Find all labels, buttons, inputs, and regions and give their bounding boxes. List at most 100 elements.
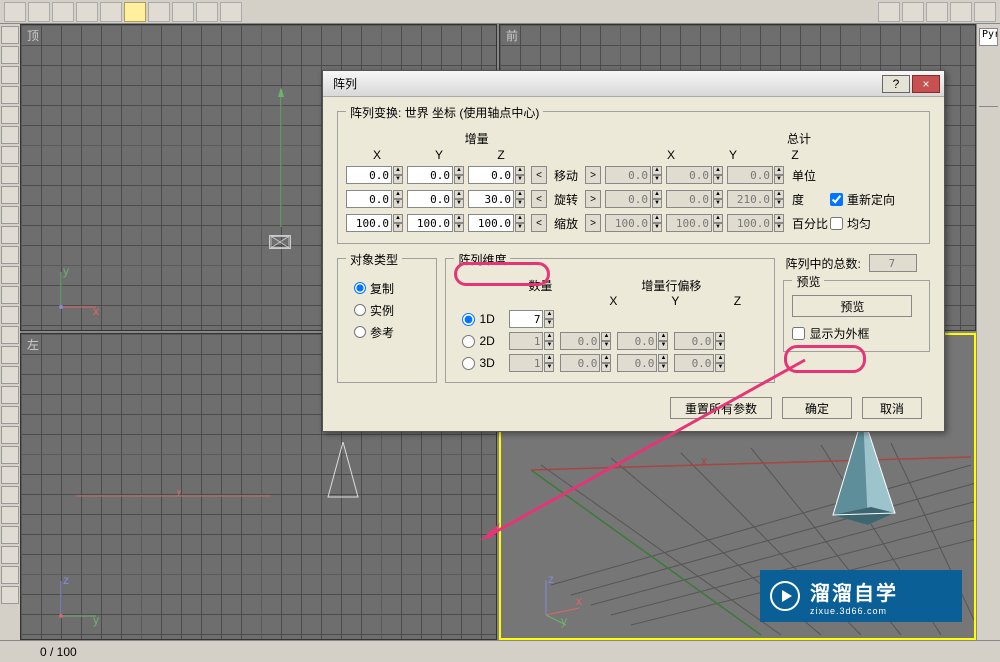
reorient-checkbox[interactable]: 重新定向 [830, 191, 895, 208]
move-tot-z-spinner[interactable]: ▲▼ [727, 166, 784, 184]
left-tool-icon[interactable] [1, 126, 19, 144]
scale-tot-x-spinner[interactable]: ▲▼ [605, 214, 662, 232]
left-tool-icon[interactable] [1, 226, 19, 244]
left-tool-icon[interactable] [1, 286, 19, 304]
dim-2d-count-spinner[interactable]: ▲▼ [509, 332, 554, 350]
scale-inc-x-spinner[interactable]: ▲▼ [346, 214, 403, 232]
reference-radio[interactable]: 参考 [346, 321, 428, 343]
move-tot-x-spinner[interactable]: ▲▼ [605, 166, 662, 184]
left-tool-icon[interactable] [1, 526, 19, 544]
left-tool-icon[interactable] [1, 46, 19, 64]
left-tool-icon[interactable] [1, 86, 19, 104]
left-tool-icon[interactable] [1, 306, 19, 324]
left-tool-icon[interactable] [1, 506, 19, 524]
left-tool-icon[interactable] [1, 466, 19, 484]
left-tool-icon[interactable] [1, 546, 19, 564]
left-tool-icon[interactable] [1, 206, 19, 224]
close-button[interactable]: × [912, 75, 940, 93]
lock-right-icon[interactable]: > [585, 190, 601, 208]
left-tool-icon[interactable] [1, 426, 19, 444]
toolbar-icon[interactable] [974, 2, 996, 22]
dim-3d-y-spinner[interactable]: ▲▼ [617, 354, 668, 372]
dim-3d-x-spinner[interactable]: ▲▼ [560, 354, 611, 372]
left-tool-icon[interactable] [1, 486, 19, 504]
help-button[interactable]: ? [882, 75, 910, 93]
dim-3d-count-spinner[interactable]: ▲▼ [509, 354, 554, 372]
lock-left-icon[interactable]: < [531, 214, 547, 232]
scale-inc-z-spinner[interactable]: ▲▼ [468, 214, 525, 232]
left-tool-icon[interactable] [1, 586, 19, 604]
copy-radio[interactable]: 复制 [346, 277, 428, 299]
uniform-checkbox[interactable]: 均匀 [830, 215, 871, 232]
rotate-tot-z-spinner[interactable]: ▲▼ [727, 190, 784, 208]
toolbar-icon[interactable] [76, 2, 98, 22]
svg-text:y: y [561, 614, 567, 628]
scale-inc-y-spinner[interactable]: ▲▼ [407, 214, 464, 232]
toolbar-icon[interactable] [148, 2, 170, 22]
lock-right-icon[interactable]: > [585, 214, 601, 232]
left-tool-icon[interactable] [1, 246, 19, 264]
left-tool-icon[interactable] [1, 566, 19, 584]
left-tool-icon[interactable] [1, 386, 19, 404]
dim-2d-x-spinner[interactable]: ▲▼ [560, 332, 611, 350]
rotate-inc-z-spinner[interactable]: ▲▼ [468, 190, 525, 208]
axis-y-label: Y [408, 148, 470, 162]
increment-header: 增量 [346, 130, 607, 147]
left-toolbar [0, 24, 20, 640]
toolbar-icon[interactable] [926, 2, 948, 22]
left-tool-icon[interactable] [1, 186, 19, 204]
dialog-titlebar[interactable]: 阵列 ? × [323, 71, 944, 97]
lock-right-icon[interactable]: > [585, 166, 601, 184]
left-tool-icon[interactable] [1, 66, 19, 84]
dim-1d-radio[interactable] [462, 313, 475, 326]
rotate-inc-y-spinner[interactable]: ▲▼ [407, 190, 464, 208]
left-tool-icon[interactable] [1, 266, 19, 284]
toolbar-icon[interactable] [196, 2, 218, 22]
dim-2d-z-spinner[interactable]: ▲▼ [674, 332, 725, 350]
rotate-tot-y-spinner[interactable]: ▲▼ [666, 190, 723, 208]
dim-2d-radio[interactable] [462, 335, 475, 348]
move-tot-y-spinner[interactable]: ▲▼ [666, 166, 723, 184]
wireframe-checkbox[interactable]: 显示为外框 [792, 325, 869, 342]
toolbar-icon[interactable] [172, 2, 194, 22]
preview-button[interactable]: 预览 [792, 295, 912, 317]
scale-tot-y-spinner[interactable]: ▲▼ [666, 214, 723, 232]
left-tool-icon[interactable] [1, 366, 19, 384]
left-tool-icon[interactable] [1, 346, 19, 364]
lock-left-icon[interactable]: < [531, 190, 547, 208]
move-inc-x-spinner[interactable]: ▲▼ [346, 166, 403, 184]
toolbar-icon[interactable] [878, 2, 900, 22]
instance-radio[interactable]: 实例 [346, 299, 428, 321]
toolbar-icon[interactable] [28, 2, 50, 22]
left-tool-icon[interactable] [1, 106, 19, 124]
toolbar-icon[interactable] [52, 2, 74, 22]
top-toolbar [0, 0, 1000, 24]
command-panel-input[interactable]: Pyr [979, 28, 998, 46]
left-tool-icon[interactable] [1, 406, 19, 424]
ok-button[interactable]: 确定 [782, 397, 852, 419]
reset-button[interactable]: 重置所有参数 [670, 397, 772, 419]
move-inc-y-spinner[interactable]: ▲▼ [407, 166, 464, 184]
lock-left-icon[interactable]: < [531, 166, 547, 184]
left-tool-icon[interactable] [1, 326, 19, 344]
rotate-inc-x-spinner[interactable]: ▲▼ [346, 190, 403, 208]
dim-3d-radio[interactable] [462, 357, 475, 370]
dim-1d-count-spinner[interactable]: ▲▼ [509, 310, 554, 328]
scale-tot-z-spinner[interactable]: ▲▼ [727, 214, 784, 232]
select-cursor-icon[interactable] [124, 2, 146, 22]
dim-2d-y-spinner[interactable]: ▲▼ [617, 332, 668, 350]
toolbar-icon[interactable] [220, 2, 242, 22]
toolbar-icon[interactable] [950, 2, 972, 22]
left-tool-icon[interactable] [1, 166, 19, 184]
toolbar-icon[interactable] [100, 2, 122, 22]
left-tool-icon[interactable] [1, 26, 19, 44]
watermark-url: zixue.3d66.com [810, 606, 898, 616]
rotate-tot-x-spinner[interactable]: ▲▼ [605, 190, 662, 208]
left-tool-icon[interactable] [1, 446, 19, 464]
dim-3d-z-spinner[interactable]: ▲▼ [674, 354, 725, 372]
move-inc-z-spinner[interactable]: ▲▼ [468, 166, 525, 184]
left-tool-icon[interactable] [1, 146, 19, 164]
toolbar-icon[interactable] [4, 2, 26, 22]
cancel-button[interactable]: 取消 [862, 397, 922, 419]
toolbar-icon[interactable] [902, 2, 924, 22]
